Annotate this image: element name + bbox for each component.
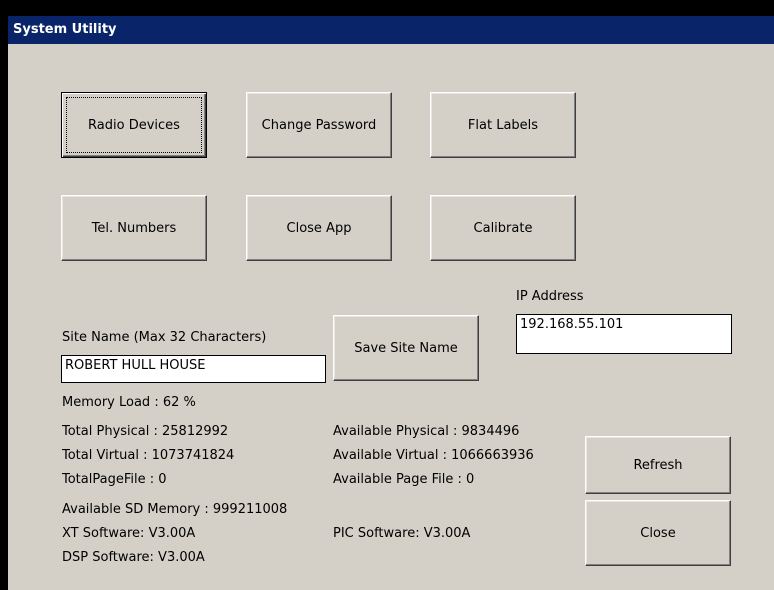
available-page-file-text: Available Page File : 0 bbox=[333, 472, 475, 487]
pic-software-text: PIC Software: V3.00A bbox=[333, 526, 471, 541]
close-app-button[interactable]: Close App bbox=[246, 195, 392, 261]
tel-numbers-button-label: Tel. Numbers bbox=[91, 220, 177, 236]
window-title: System Utility bbox=[8, 16, 774, 44]
screen-background: System Utility Radio Devices Change Pass… bbox=[0, 0, 774, 590]
xt-software-text: XT Software: V3.00A bbox=[62, 526, 196, 541]
save-site-name-button[interactable]: Save Site Name bbox=[333, 315, 479, 381]
tel-numbers-button[interactable]: Tel. Numbers bbox=[61, 195, 207, 261]
site-name-input[interactable]: ROBERT HULL HOUSE bbox=[61, 355, 326, 383]
ip-address-input[interactable]: 192.168.55.101 bbox=[516, 314, 732, 354]
radio-devices-button-label: Radio Devices bbox=[88, 117, 180, 133]
available-virtual-text: Available Virtual : 1066663936 bbox=[333, 448, 534, 463]
system-utility-window: System Utility Radio Devices Change Pass… bbox=[8, 16, 774, 590]
close-button[interactable]: Close bbox=[585, 500, 731, 566]
total-virtual-text: Total Virtual : 1073741824 bbox=[62, 448, 235, 463]
radio-devices-button[interactable]: Radio Devices bbox=[61, 92, 207, 158]
change-password-button-label: Change Password bbox=[261, 117, 377, 133]
ip-address-label: IP Address bbox=[516, 289, 584, 304]
site-name-label: Site Name (Max 32 Characters) bbox=[62, 330, 267, 345]
flat-labels-button[interactable]: Flat Labels bbox=[430, 92, 576, 158]
available-sd-memory-text: Available SD Memory : 999211008 bbox=[62, 502, 288, 517]
total-page-file-text: TotalPageFile : 0 bbox=[62, 472, 167, 487]
close-app-button-label: Close App bbox=[286, 220, 352, 236]
refresh-button-label: Refresh bbox=[633, 457, 683, 473]
change-password-button[interactable]: Change Password bbox=[246, 92, 392, 158]
dsp-software-text: DSP Software: V3.00A bbox=[62, 550, 205, 565]
close-button-label: Close bbox=[640, 525, 676, 541]
flat-labels-button-label: Flat Labels bbox=[467, 117, 539, 133]
total-physical-text: Total Physical : 25812992 bbox=[62, 424, 229, 439]
calibrate-button[interactable]: Calibrate bbox=[430, 195, 576, 261]
memory-load-text: Memory Load : 62 % bbox=[62, 395, 196, 410]
available-physical-text: Available Physical : 9834496 bbox=[333, 424, 520, 439]
save-site-name-button-label: Save Site Name bbox=[354, 340, 458, 356]
refresh-button[interactable]: Refresh bbox=[585, 436, 731, 494]
calibrate-button-label: Calibrate bbox=[473, 220, 533, 236]
